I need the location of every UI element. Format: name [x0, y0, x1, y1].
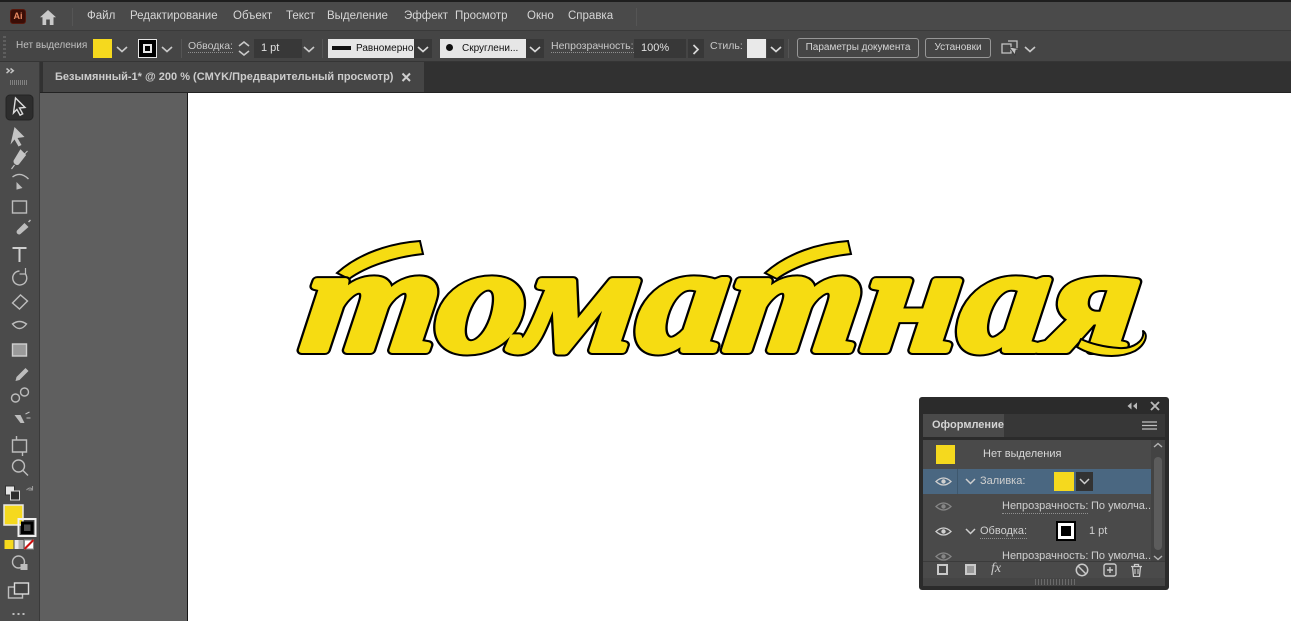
svg-text:томатная: томатная	[295, 217, 1150, 383]
